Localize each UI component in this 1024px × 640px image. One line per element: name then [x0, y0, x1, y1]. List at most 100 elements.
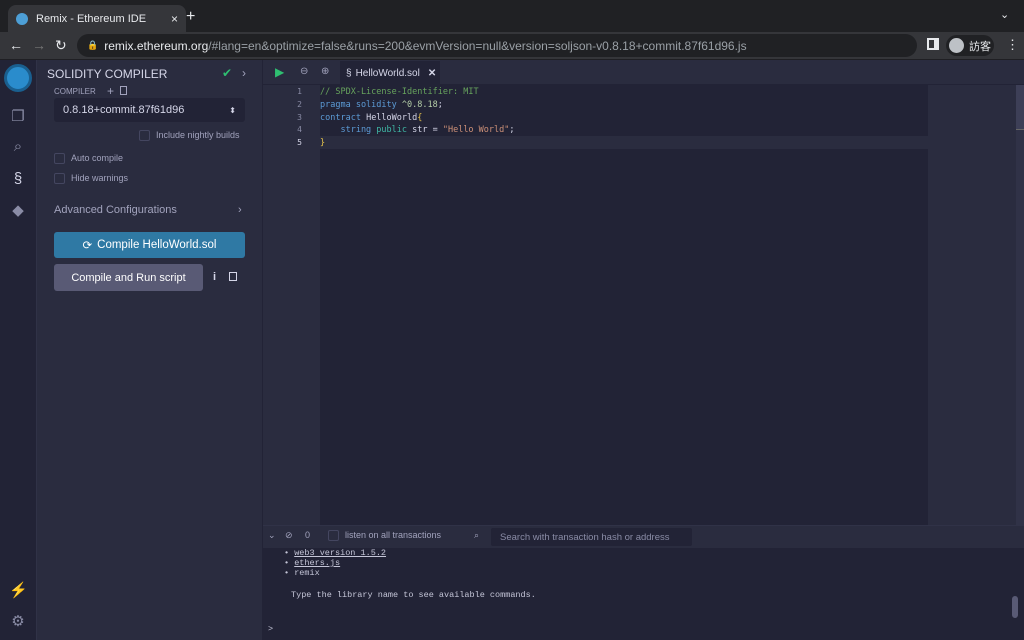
listen-checkbox[interactable]	[328, 530, 339, 541]
line-number: 3	[297, 113, 302, 122]
remix-favicon-icon	[16, 12, 28, 25]
solidity-compiler-icon[interactable]: §	[9, 170, 27, 188]
chevron-right-icon[interactable]: ›	[238, 204, 242, 216]
hide-warnings-checkbox[interactable]	[54, 173, 65, 184]
line-gutter	[263, 85, 320, 525]
lock-icon: 🔒	[87, 40, 99, 50]
zoom-out-icon[interactable]: ⊖	[300, 66, 308, 77]
minimap[interactable]	[928, 85, 1016, 525]
code-line: pragma solidity ^0.8.18;	[320, 100, 443, 110]
file-icon[interactable]	[120, 86, 127, 95]
compile-run-script-button[interactable]: Compile and Run script	[54, 264, 203, 291]
browser-tab[interactable]: Remix - Ethereum IDE ×	[8, 5, 186, 32]
type: string	[320, 125, 372, 135]
compile-button[interactable]: ⟳ Compile HelloWorld.sol	[54, 232, 245, 258]
remix-logo-icon[interactable]	[4, 64, 32, 92]
reload-icon[interactable]: ↻	[55, 37, 67, 54]
keyword: public	[371, 125, 408, 135]
close-icon[interactable]: ✕	[428, 68, 436, 79]
zoom-in-icon[interactable]: ⊕	[321, 66, 329, 77]
collapse-terminal-icon[interactable]: ⌄	[268, 530, 276, 541]
clear-console-icon[interactable]: ⊘	[285, 530, 293, 541]
terminal-line: • web3 version 1.5.2	[284, 548, 387, 558]
tab-search-chevron-icon[interactable]: ⌄	[1000, 8, 1009, 21]
string: "Hello World"	[442, 125, 510, 135]
brace: }	[320, 138, 326, 148]
comment: // SPDX-License-Identifier: MIT	[320, 87, 479, 97]
back-icon[interactable]: ←	[9, 37, 23, 53]
terminal-line: • ethers.js	[284, 558, 341, 568]
forward-icon[interactable]: →	[32, 37, 46, 53]
file-explorer-icon[interactable]: ❐	[9, 107, 27, 125]
code-line: }	[320, 138, 325, 148]
code-line: string public str = "Hello World";	[320, 125, 515, 135]
listen-label: listen on all transactions	[345, 530, 442, 540]
file-tab-label: HelloWorld.sol	[355, 67, 420, 79]
panel-title: SOLIDITY COMPILER	[47, 67, 168, 81]
compiler-version-value: 0.8.18+commit.87f61d96	[63, 104, 185, 116]
refresh-icon: ⟳	[82, 240, 93, 252]
nightly-label: Include nightly builds	[156, 130, 240, 140]
compile-button-label: Compile HelloWorld.sol	[97, 239, 217, 251]
copy-icon[interactable]	[229, 272, 237, 281]
ethers-link[interactable]: ethers.js	[294, 558, 340, 568]
web3-link[interactable]: web3 version 1.5.2	[294, 548, 386, 558]
punct: ;	[509, 125, 515, 135]
current-line-highlight	[320, 136, 928, 149]
side-panel	[37, 60, 263, 640]
check-icon: ✔	[222, 66, 233, 80]
file-tab[interactable]: § HelloWorld.sol ✕	[340, 61, 440, 85]
plugin-icon[interactable]: ⚡	[9, 581, 28, 599]
deploy-run-icon[interactable]: ◆	[9, 201, 27, 219]
line-number: 1	[297, 87, 302, 96]
address-bar[interactable]: 🔒 remix.ethereum.org/#lang=en&optimize=fa…	[77, 34, 917, 57]
info-icon[interactable]: i	[213, 271, 216, 283]
terminal-hint: Type the library name to see available c…	[291, 590, 536, 600]
code-line: contract HelloWorld{	[320, 113, 422, 123]
solidity-file-icon: §	[346, 67, 352, 79]
line-number: 5	[297, 138, 302, 147]
punct: ;	[437, 100, 443, 110]
auto-compile-label: Auto compile	[71, 153, 124, 163]
nightly-checkbox[interactable]	[139, 130, 150, 141]
auto-compile-checkbox[interactable]	[54, 153, 65, 164]
keyword: contract	[320, 113, 361, 123]
transaction-search-input[interactable]: Search with transaction hash or address	[491, 528, 692, 546]
tab-close-icon[interactable]: ×	[171, 12, 178, 26]
brace: {	[417, 113, 423, 123]
keyword: pragma solidity	[320, 100, 397, 110]
side-panel-icon[interactable]	[927, 38, 939, 50]
code-line: // SPDX-License-Identifier: MIT	[320, 87, 479, 97]
settings-icon[interactable]: ⚙	[9, 612, 27, 630]
hide-warnings-label: Hide warnings	[71, 173, 129, 183]
code-editor[interactable]	[320, 85, 928, 525]
search-icon[interactable]: ⌕	[9, 138, 27, 156]
remix-lib: remix	[294, 568, 320, 578]
terminal-line: • remix	[284, 568, 320, 578]
identifier: HelloWorld	[360, 113, 418, 123]
scrollbar-thumb[interactable]	[1016, 85, 1024, 130]
terminal-scrollbar[interactable]	[1012, 596, 1018, 618]
url-path: /#lang=en&optimize=false&runs=200&evmVer…	[208, 38, 747, 53]
editor-scrollbar[interactable]	[1016, 85, 1024, 525]
profile-button[interactable]: 訪客	[946, 35, 994, 56]
pending-count: 0	[305, 530, 311, 540]
add-compiler-icon[interactable]: +	[107, 84, 114, 98]
browser-menu-icon[interactable]: ⋮	[1006, 37, 1019, 53]
url-host: remix.ethereum.org	[104, 38, 209, 53]
search-icon: ⌕	[474, 530, 480, 540]
new-tab-button[interactable]: +	[186, 8, 195, 26]
run-icon[interactable]: ▶	[275, 65, 284, 79]
avatar-icon	[949, 38, 964, 53]
identifier: str =	[407, 125, 443, 135]
version: ^0.8.18	[396, 100, 438, 110]
line-number: 4	[297, 125, 302, 134]
tab-title: Remix - Ethereum IDE	[36, 12, 147, 25]
line-number: 2	[297, 100, 302, 109]
compiler-version-select[interactable]: 0.8.18+commit.87f61d96 ⬍	[54, 98, 245, 122]
terminal-prompt[interactable]: >	[268, 624, 273, 634]
select-arrows-icon: ⬍	[229, 105, 236, 115]
compiler-label: COMPILER	[54, 87, 96, 96]
chevron-right-icon[interactable]: ›	[242, 66, 246, 80]
advanced-configurations-toggle[interactable]: Advanced Configurations	[54, 204, 177, 216]
